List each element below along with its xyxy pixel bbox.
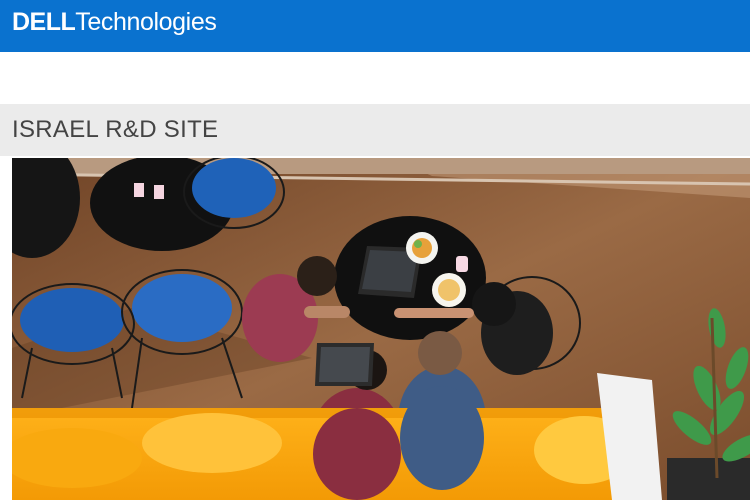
section-title-bar: ISRAEL R&D SITE xyxy=(0,104,750,156)
dell-technologies-logo[interactable]: DELL Technologies xyxy=(12,6,217,38)
page-title: ISRAEL R&D SITE xyxy=(12,116,219,143)
logo-technologies-text: Technologies xyxy=(75,8,217,36)
office-lounge-photo xyxy=(12,158,750,500)
header-bar: DELL Technologies xyxy=(0,0,750,52)
photo-illustration xyxy=(12,158,750,500)
logo-dell-text: DELL xyxy=(12,8,76,36)
